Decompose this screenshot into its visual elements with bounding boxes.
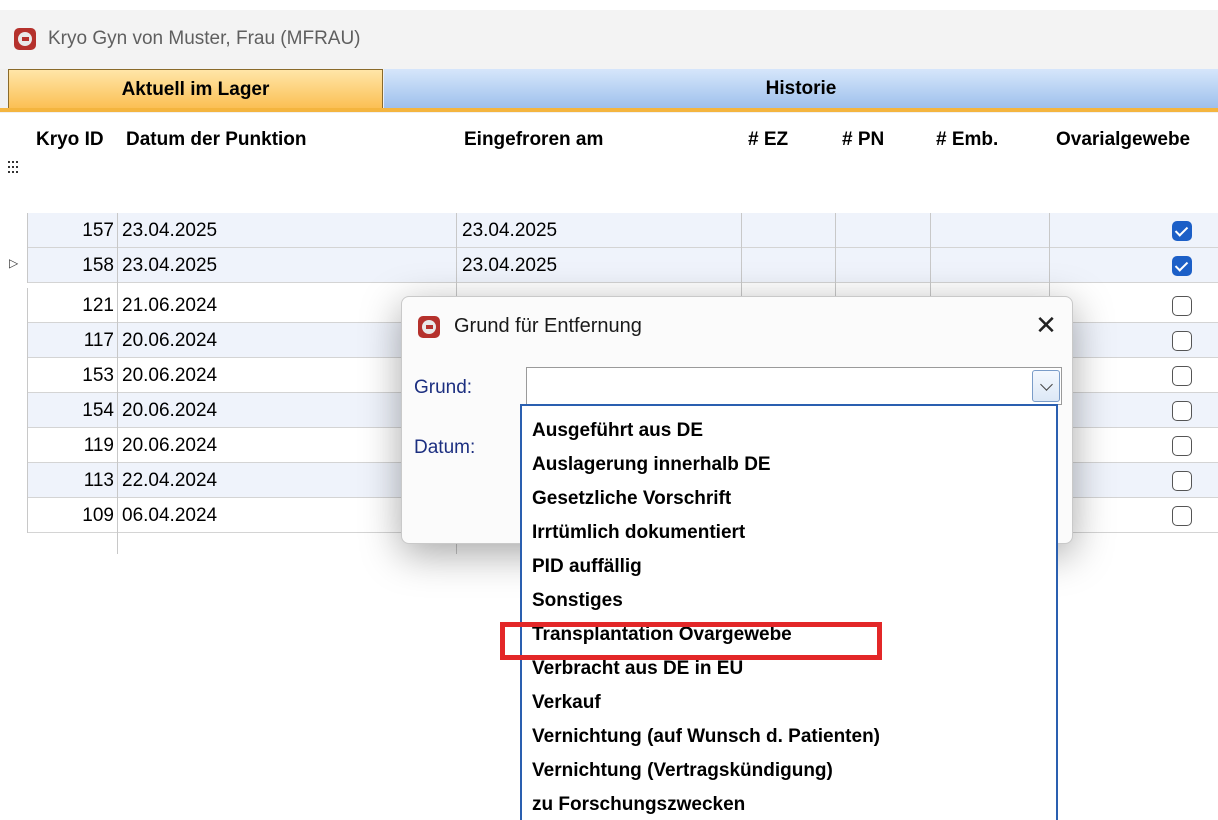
option-forschungszwecke[interactable]: zu Forschungszwecken: [532, 794, 745, 816]
tab-underline: [0, 108, 1218, 112]
cell-datum-punktion: 23.04.2025: [122, 255, 218, 276]
column-header-eingefroren-am[interactable]: Eingefroren am: [464, 129, 603, 151]
highlight-annotation-box: [500, 622, 882, 660]
ovarialgewebe-checkbox[interactable]: [1172, 471, 1192, 491]
option-auslagerung-innerhalb-de[interactable]: Auslagerung innerhalb DE: [532, 454, 771, 476]
cell-eingefroren-am: 23.04.2025: [462, 220, 558, 241]
app-logo-icon: [14, 28, 36, 50]
ovarialgewebe-checkbox[interactable]: [1172, 401, 1192, 421]
cell-kryo-id: 117: [83, 330, 114, 351]
ovarialgewebe-checkbox[interactable]: [1172, 331, 1192, 351]
column-header-ovarialgewebe[interactable]: Ovarialgewebe: [1056, 129, 1190, 151]
ovarialgewebe-checkbox[interactable]: [1172, 221, 1192, 241]
cell-eingefroren-am: 23.04.2025: [462, 255, 558, 276]
column-header-pn[interactable]: # PN: [842, 129, 884, 151]
option-vernichtung-vertragskuendigung[interactable]: Vernichtung (Vertragskündigung): [532, 760, 833, 782]
ovarialgewebe-checkbox[interactable]: [1172, 256, 1192, 276]
row-indicator[interactable]: [0, 498, 28, 533]
column-header-datum-punktion[interactable]: Datum der Punktion: [126, 129, 307, 151]
row-indicator[interactable]: [0, 358, 28, 393]
option-ausgefuehrt-aus-de[interactable]: Ausgeführt aus DE: [532, 420, 703, 442]
column-header-ez[interactable]: # EZ: [748, 129, 788, 151]
ovarialgewebe-checkbox[interactable]: [1172, 296, 1192, 316]
option-verkauf[interactable]: Verkauf: [532, 692, 601, 714]
cell-datum-punktion: 20.06.2024: [122, 435, 218, 456]
option-pid-auffaellig[interactable]: PID auffällig: [532, 556, 642, 578]
dialog-title: Grund für Entfernung: [454, 315, 642, 337]
ovarialgewebe-checkbox[interactable]: [1172, 436, 1192, 456]
tab-aktuell-im-lager[interactable]: Aktuell im Lager: [8, 69, 383, 109]
cell-datum-punktion: 20.06.2024: [122, 400, 218, 421]
cell-kryo-id: 153: [82, 365, 114, 386]
cell-kryo-id: 158: [82, 255, 114, 276]
table-row[interactable]: 157 23.04.2025 23.04.2025: [0, 213, 1218, 248]
dialog-app-icon: [418, 316, 440, 338]
table-row[interactable]: 158 23.04.2025 23.04.2025: [0, 248, 1218, 283]
tab-historie[interactable]: Historie: [384, 69, 1218, 109]
datum-label: Datum:: [414, 437, 476, 458]
grund-label: Grund:: [414, 377, 473, 398]
ovarialgewebe-checkbox[interactable]: [1172, 506, 1192, 526]
cell-kryo-id: 109: [82, 505, 114, 526]
option-verbracht-aus-de-in-eu[interactable]: Verbracht aus DE in EU: [532, 658, 743, 680]
cell-kryo-id: 154: [82, 400, 114, 421]
row-indicator[interactable]: [0, 428, 28, 463]
option-vernichtung-wunsch[interactable]: Vernichtung (auf Wunsch d. Patienten): [532, 726, 880, 748]
row-indicator[interactable]: [0, 323, 28, 358]
cell-datum-punktion: 06.04.2024: [122, 505, 218, 526]
column-divider: [117, 213, 118, 554]
row-indicator[interactable]: [0, 288, 28, 323]
column-header-emb[interactable]: # Emb.: [936, 129, 998, 151]
grund-combobox[interactable]: [526, 367, 1062, 405]
row-indicator[interactable]: [0, 393, 28, 428]
cell-datum-punktion: 21.06.2024: [122, 295, 218, 316]
column-chooser-icon[interactable]: [8, 161, 18, 173]
close-icon[interactable]: ✕: [1030, 309, 1062, 341]
cell-kryo-id: 121: [82, 295, 114, 316]
window-title: Kryo Gyn von Muster, Frau (MFRAU): [48, 28, 361, 49]
chevron-down-icon[interactable]: [1032, 370, 1060, 402]
row-indicator[interactable]: [0, 213, 28, 248]
option-sonstiges[interactable]: Sonstiges: [532, 590, 623, 612]
window-title-bar: Kryo Gyn von Muster, Frau (MFRAU): [0, 10, 1218, 70]
cell-kryo-id: 119: [83, 435, 114, 456]
option-irrtuemlich-dokumentiert[interactable]: Irrtümlich dokumentiert: [532, 522, 745, 544]
row-indicator[interactable]: [0, 463, 28, 498]
tab-bar: Aktuell im Lager Historie: [0, 69, 1218, 113]
cell-kryo-id: 157: [82, 220, 114, 241]
column-header-kryo-id[interactable]: Kryo ID: [36, 129, 104, 151]
cell-datum-punktion: 20.06.2024: [122, 330, 218, 351]
option-gesetzliche-vorschrift[interactable]: Gesetzliche Vorschrift: [532, 488, 731, 510]
cell-datum-punktion: 22.04.2024: [122, 470, 218, 491]
cell-kryo-id: 113: [83, 470, 114, 491]
grid-header: Kryo ID Datum der Punktion Eingefroren a…: [0, 113, 1218, 213]
cell-datum-punktion: 20.06.2024: [122, 365, 218, 386]
ovarialgewebe-checkbox[interactable]: [1172, 366, 1192, 386]
grund-dropdown-list[interactable]: Ausgeführt aus DE Auslagerung innerhalb …: [520, 404, 1058, 820]
current-row-pointer-icon[interactable]: [0, 248, 28, 283]
cell-datum-punktion: 23.04.2025: [122, 220, 218, 241]
